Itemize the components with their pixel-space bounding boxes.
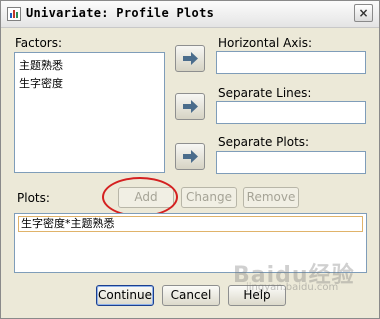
red-highlight-circle xyxy=(102,177,178,217)
plot-item[interactable]: 生字密度*主题熟悉 xyxy=(18,216,363,232)
cancel-button[interactable]: Cancel xyxy=(162,285,220,306)
remove-button[interactable]: Remove xyxy=(243,187,299,208)
move-to-horizontal-axis-button[interactable] xyxy=(175,45,205,72)
horizontal-axis-label: Horizontal Axis: xyxy=(218,36,313,50)
arrow-right-icon xyxy=(183,150,198,163)
arrow-right-icon xyxy=(183,100,198,113)
title-bar[interactable]: Univariate: Profile Plots × xyxy=(1,1,379,28)
factors-list[interactable]: 主题熟悉 生字密度 xyxy=(14,52,165,173)
arrow-right-icon xyxy=(183,52,198,65)
separate-plots-field[interactable] xyxy=(216,151,366,174)
plots-label: Plots: xyxy=(17,191,50,205)
separate-lines-label: Separate Lines: xyxy=(218,86,312,100)
factors-label: Factors: xyxy=(15,36,63,50)
move-to-separate-plots-button[interactable] xyxy=(175,143,205,170)
continue-button[interactable]: Continue xyxy=(96,285,154,306)
factor-item-2[interactable]: 生字密度 xyxy=(19,75,63,91)
factor-item-1[interactable]: 主题熟悉 xyxy=(19,57,63,73)
horizontal-axis-field[interactable] xyxy=(216,51,366,74)
move-to-separate-lines-button[interactable] xyxy=(175,93,205,120)
spss-app-icon xyxy=(7,7,21,21)
close-button[interactable]: × xyxy=(354,4,373,22)
separate-lines-field[interactable] xyxy=(216,101,366,124)
change-button[interactable]: Change xyxy=(181,187,237,208)
baidu-watermark-url: jingyan.baidu.com xyxy=(246,282,339,293)
separate-plots-label: Separate Plots: xyxy=(218,135,310,149)
window-title: Univariate: Profile Plots xyxy=(26,6,215,20)
profile-plots-dialog: Univariate: Profile Plots × Factors: 主题熟… xyxy=(0,0,380,319)
